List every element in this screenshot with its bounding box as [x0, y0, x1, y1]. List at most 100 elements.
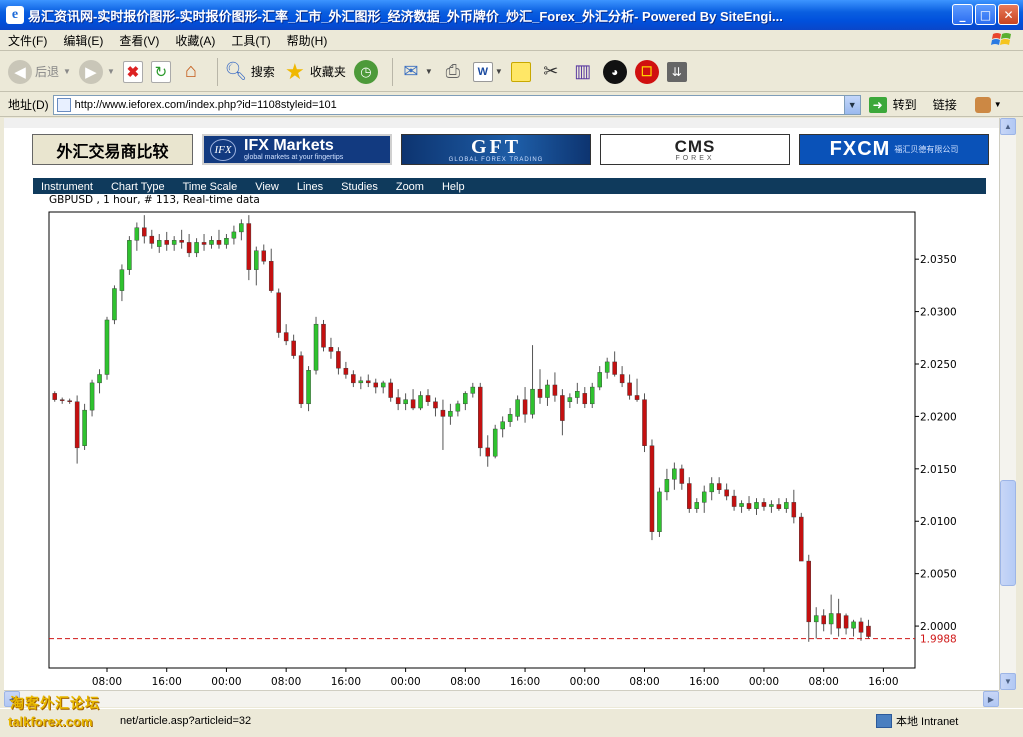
candle-down: [291, 340, 296, 356]
print-button[interactable]: ⎙: [441, 56, 465, 88]
home-button[interactable]: ⌂: [179, 56, 203, 88]
maximize-button[interactable]: □: [975, 4, 996, 25]
vertical-scrollbar[interactable]: ▲ ▼: [999, 118, 1016, 690]
address-dropdown-icon[interactable]: ▼: [843, 95, 860, 114]
horizontal-scrollbar[interactable]: ◀ ▶: [4, 690, 999, 707]
candle-down: [74, 401, 80, 449]
menu-file[interactable]: 文件(F): [0, 32, 55, 49]
refresh-button[interactable]: ↻: [150, 56, 171, 88]
security-zone[interactable]: 本地 Intranet: [876, 713, 958, 729]
home-icon: ⌂: [184, 60, 197, 82]
links-button[interactable]: 链接: [933, 96, 957, 113]
candle-down: [440, 409, 446, 417]
chart-menu-view[interactable]: View: [255, 180, 279, 194]
menu-help[interactable]: 帮助(H): [279, 32, 336, 49]
scroll-up-icon[interactable]: ▲: [1000, 118, 1016, 135]
gft-banner[interactable]: GFT GLOBAL FOREX TRADING: [401, 134, 591, 165]
candlestick-chart[interactable]: 2.0350 2.0300 2.0250 2.0200 2.0150 2.0100 2.00…: [33, 194, 986, 690]
toolbar-divider: [391, 57, 393, 86]
chart-menu-chart-type[interactable]: Chart Type: [111, 180, 165, 194]
candle-down: [687, 483, 692, 509]
plugin-button[interactable]: ⇊: [666, 56, 687, 88]
scroll-right-icon[interactable]: ▶: [983, 691, 999, 707]
candle-down: [522, 399, 528, 415]
fxcm-banner[interactable]: FXCM 福汇贝德有限公司: [799, 134, 989, 165]
window-titlebar[interactable]: e 易汇资讯网-实时报价图形-实时报价图形-汇率_汇市_外汇图形_经济数据_外币…: [0, 0, 1023, 30]
chart-menu-time-scale[interactable]: Time Scale: [183, 180, 238, 194]
ifx-markets-banner[interactable]: IFX IFX Markets global markets at your f…: [202, 134, 392, 165]
extension-button[interactable]: ▼: [974, 96, 1002, 113]
minimize-button[interactable]: _: [952, 4, 973, 25]
candle-down: [821, 615, 826, 625]
chart-menu-instrument[interactable]: Instrument: [41, 180, 93, 194]
candle-up: [701, 491, 707, 503]
candle-up: [380, 382, 386, 388]
candle-down: [836, 613, 841, 629]
history-button[interactable]: ◷: [353, 56, 378, 88]
refresh-icon: ↻: [150, 60, 171, 83]
candle-up: [530, 388, 535, 415]
chart-menu-help[interactable]: Help: [442, 180, 465, 194]
search-button[interactable]: 🔍︎ 搜索: [224, 56, 274, 88]
candle-up: [112, 288, 117, 321]
candle-down: [246, 223, 252, 270]
close-button[interactable]: ✕: [998, 4, 1019, 25]
extension-icon: [974, 96, 991, 113]
mail-button[interactable]: ✉ ▼: [399, 56, 432, 88]
chevron-down-icon: ▼: [993, 100, 1002, 109]
candle-up: [97, 374, 102, 384]
candle-up: [127, 240, 132, 270]
candle-up: [664, 479, 670, 493]
candle-up: [597, 372, 602, 388]
candle-down: [52, 393, 57, 400]
chart-menu-zoom[interactable]: Zoom: [396, 180, 424, 194]
candle-up: [306, 370, 311, 405]
address-input[interactable]: http://www.ieforex.com/index.php?id=1108…: [52, 94, 861, 115]
edit-button[interactable]: W ▼: [472, 56, 503, 88]
cms-forex-banner[interactable]: CMS FOREX: [600, 134, 790, 165]
menu-tools[interactable]: 工具(T): [223, 32, 278, 49]
blocker-button[interactable]: ☐: [634, 56, 659, 88]
candle-up: [575, 391, 580, 398]
candle-up: [254, 250, 259, 270]
printer-icon: ⎙: [445, 61, 461, 81]
candle-down: [343, 367, 349, 375]
menu-view[interactable]: 查看(V): [111, 32, 167, 49]
forward-button[interactable]: ▶ ▼: [78, 56, 115, 88]
candle-up: [851, 621, 856, 629]
candle-up: [657, 491, 662, 532]
candle-up: [89, 382, 95, 411]
messenger-button[interactable]: ✂: [539, 56, 563, 88]
favorites-button[interactable]: ★ 收藏夹: [283, 56, 346, 88]
scroll-down-icon[interactable]: ▼: [1000, 673, 1016, 690]
candle-up: [134, 227, 140, 241]
candle-up: [418, 395, 423, 409]
candle-down: [351, 374, 356, 384]
menu-edit[interactable]: 编辑(E): [55, 32, 111, 49]
word-icon: W: [472, 61, 493, 82]
chart-menu-studies[interactable]: Studies: [341, 180, 378, 194]
discuss-button[interactable]: [510, 56, 531, 88]
candle-down: [724, 489, 729, 497]
candle-down: [627, 382, 632, 396]
back-label: 后退: [35, 65, 60, 79]
candle-up: [739, 503, 744, 507]
current-price-label: 1.9988: [920, 634, 957, 646]
go-button[interactable]: ➜ 转到: [868, 96, 917, 113]
candle-down: [373, 382, 379, 388]
y-tick-label: 2.0250: [920, 359, 957, 371]
menu-favorites[interactable]: 收藏(A): [167, 32, 223, 49]
chart-menu-lines[interactable]: Lines: [297, 180, 323, 194]
vertical-scroll-thumb[interactable]: [1000, 480, 1016, 586]
candle-down: [179, 240, 184, 243]
favorites-label: 收藏夹: [309, 65, 346, 79]
candle-up: [358, 380, 364, 384]
back-button[interactable]: ◀ 后退 ▼: [8, 56, 71, 88]
broker-compare-banner[interactable]: 外汇交易商比较: [32, 134, 193, 165]
candle-down: [142, 227, 147, 237]
price-chart[interactable]: GBPUSD , 1 hour, # 113, Real-time data 2…: [33, 194, 986, 690]
research-button[interactable]: ▥: [571, 56, 595, 88]
qq-button[interactable]: ◕: [602, 56, 627, 88]
gft-subtitle: GLOBAL FOREX TRADING: [448, 156, 544, 163]
stop-button[interactable]: ✖: [122, 56, 143, 88]
